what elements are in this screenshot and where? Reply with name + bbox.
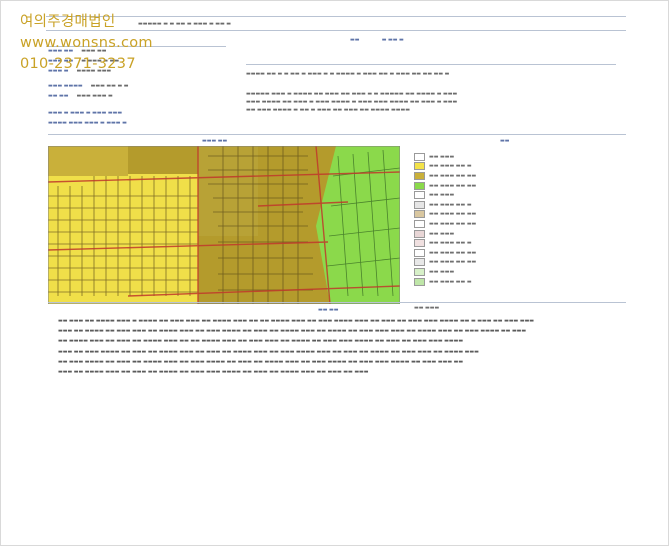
legend-label: ▬▬ ▬▬▬ ▬▬ ▬ xyxy=(429,201,472,208)
legend-label: ▬▬ ▬▬▬ ▬▬ ▬▬ xyxy=(429,249,477,256)
map-section-heading: ▬▬▬ ▬▬ xyxy=(202,138,228,144)
legend-item: ▬▬ ▬▬▬ ▬▬ ▬ xyxy=(414,238,604,248)
legend-item: ▬▬ ▬▬▬ xyxy=(414,267,604,277)
watermark-url: www.wonsns.com xyxy=(20,35,153,51)
note-paragraph: ▬▬ ▬▬▬ ▬▬▬▬ ▬▬ ▬▬▬ ▬▬ ▬▬▬▬ ▬▬▬ ▬▬ ▬▬▬ ▬▬… xyxy=(58,358,464,365)
map-scale: ▬▬ ▬▬▬ xyxy=(414,305,440,312)
legend-label: ▬▬ ▬▬▬ ▬▬ ▬ xyxy=(429,163,472,170)
legend-label: ▬▬ ▬▬▬ ▬▬ ▬ xyxy=(429,240,472,247)
header-rule-right xyxy=(246,64,616,65)
legend-item: ▬▬ ▬▬▬ xyxy=(414,152,604,162)
legend-item: ▬▬ ▬▬▬ ▬▬ ▬▬ xyxy=(414,248,604,258)
note-paragraph: ▬▬ ▬▬▬ ▬▬ ▬▬▬▬ ▬▬▬ ▬ ▬▬▬▬ ▬▬ ▬▬▬ ▬▬▬ ▬▬ … xyxy=(58,318,535,324)
note-paragraph: ▬▬▬ ▬▬ ▬▬▬▬ ▬▬▬ ▬▬ ▬▬▬ ▬▬ ▬▬▬▬ ▬▬ ▬▬▬ ▬▬… xyxy=(58,369,369,376)
section-rule xyxy=(48,134,626,135)
legend-swatch xyxy=(414,181,425,190)
legend-item: ▬▬ ▬▬▬ ▬▬ ▬▬ xyxy=(414,171,604,181)
watermark: 여의주경매법인 www.wonsns.com 010-2371-3237 xyxy=(20,12,153,75)
legend-label: ▬▬ ▬▬▬ xyxy=(429,153,455,160)
legend-label: ▬▬ ▬▬▬ xyxy=(429,230,455,237)
note-paragraph: ▬▬ ▬▬▬▬ ▬▬▬ ▬▬ ▬▬▬ ▬▬ ▬▬▬▬ ▬▬▬ ▬▬ ▬▬ ▬▬▬… xyxy=(58,338,464,345)
legend-swatch xyxy=(414,219,425,228)
watermark-phone: 010-2371-3237 xyxy=(20,56,136,72)
zoning-map-graphic xyxy=(48,146,400,304)
legend-swatch xyxy=(414,210,425,219)
legend-item: ▬▬ ▬▬▬ ▬▬ ▬ xyxy=(414,162,604,172)
legend-label: ▬▬ ▬▬▬ ▬▬ ▬▬ xyxy=(429,182,477,189)
legend-label: ▬▬ ▬▬▬ xyxy=(429,268,455,275)
legend-label: ▬▬ ▬▬▬ ▬▬ ▬▬ xyxy=(429,220,477,227)
note-paragraph: ▬▬▬ ▬▬ ▬▬▬▬ ▬▬ ▬▬▬ ▬▬▬ ▬▬ ▬▬▬▬ ▬▬▬ ▬▬ ▬▬… xyxy=(58,328,527,335)
legend-item: ▬▬ ▬▬▬ ▬▬ ▬ xyxy=(414,200,604,210)
legend-swatch xyxy=(414,248,425,257)
legend-swatch xyxy=(414,191,425,200)
description-block: ▬▬▬▬ ▬▬ ▬ ▬ ▬▬ ▬ ▬▬▬ ▬ ▬ ▬▬▬▬ ▬ ▬▬▬ ▬▬ ▬… xyxy=(246,71,458,113)
legend-item: ▬▬ ▬▬▬ ▬▬ ▬▬ xyxy=(414,258,604,268)
legend-swatch xyxy=(414,200,425,209)
notes-block: ▬▬ ▬▬▬ ▬▬ ▬▬▬▬ ▬▬▬ ▬ ▬▬▬▬ ▬▬ ▬▬▬ ▬▬▬ ▬▬ … xyxy=(58,318,606,379)
legend-item: ▬▬ ▬▬▬ ▬▬ ▬▬ xyxy=(414,181,604,191)
legend-label: ▬▬ ▬▬▬ ▬▬ ▬▬ xyxy=(429,259,477,266)
legend-label: ▬▬ ▬▬▬ ▬▬ ▬▬ xyxy=(429,211,477,218)
note-paragraph: ▬▬▬ ▬▬ ▬▬▬ ▬▬▬▬ ▬▬ ▬▬▬ ▬▬ ▬▬▬▬ ▬▬▬ ▬▬ ▬▬… xyxy=(58,348,479,355)
legend-swatch xyxy=(414,277,425,286)
legend-label: ▬▬ ▬▬▬ ▬▬ ▬▬ xyxy=(429,172,477,179)
legend-swatch xyxy=(414,171,425,180)
legend-item: ▬▬ ▬▬▬ xyxy=(414,229,604,239)
legend-swatch xyxy=(414,239,425,248)
map-legend: ▬▬ ▬▬▬ ▬▬ ▬▬▬ ▬▬ ▬ ▬▬ ▬▬▬ ▬▬ ▬▬ ▬▬ ▬▬▬ ▬▬ ▬… xyxy=(414,152,604,312)
legend-swatch xyxy=(414,258,425,267)
legend-item: ▬▬ ▬▬▬ ▬▬ ▬▬ xyxy=(414,219,604,229)
zoning-map xyxy=(48,146,400,304)
legend-swatch xyxy=(414,267,425,276)
header-right-label: ▬▬ ▬ ▬▬ ▬ xyxy=(350,37,404,43)
map-caption: ▬▬ ▬▬ xyxy=(318,307,339,313)
legend-swatch xyxy=(414,229,425,238)
map-bottom-rule xyxy=(48,302,626,303)
legend-item: ▬▬ ▬▬▬ ▬▬ ▬▬ xyxy=(414,210,604,220)
legend-swatch xyxy=(414,152,425,161)
legend-item: ▬▬ ▬▬▬ xyxy=(414,190,604,200)
legend-label: ▬▬ ▬▬▬ xyxy=(429,192,455,199)
legend-section-heading: ▬▬ xyxy=(500,138,510,144)
watermark-company: 여의주경매법인 xyxy=(20,14,116,30)
legend-list: ▬▬ ▬▬▬ ▬▬ ▬▬▬ ▬▬ ▬ ▬▬ ▬▬▬ ▬▬ ▬▬ ▬▬ ▬▬▬ ▬▬ ▬… xyxy=(414,152,604,286)
legend-label: ▬▬ ▬▬▬ ▬▬ ▬ xyxy=(429,278,472,285)
legend-item: ▬▬ ▬▬▬ ▬▬ ▬ xyxy=(414,277,604,287)
legend-swatch xyxy=(414,162,425,171)
